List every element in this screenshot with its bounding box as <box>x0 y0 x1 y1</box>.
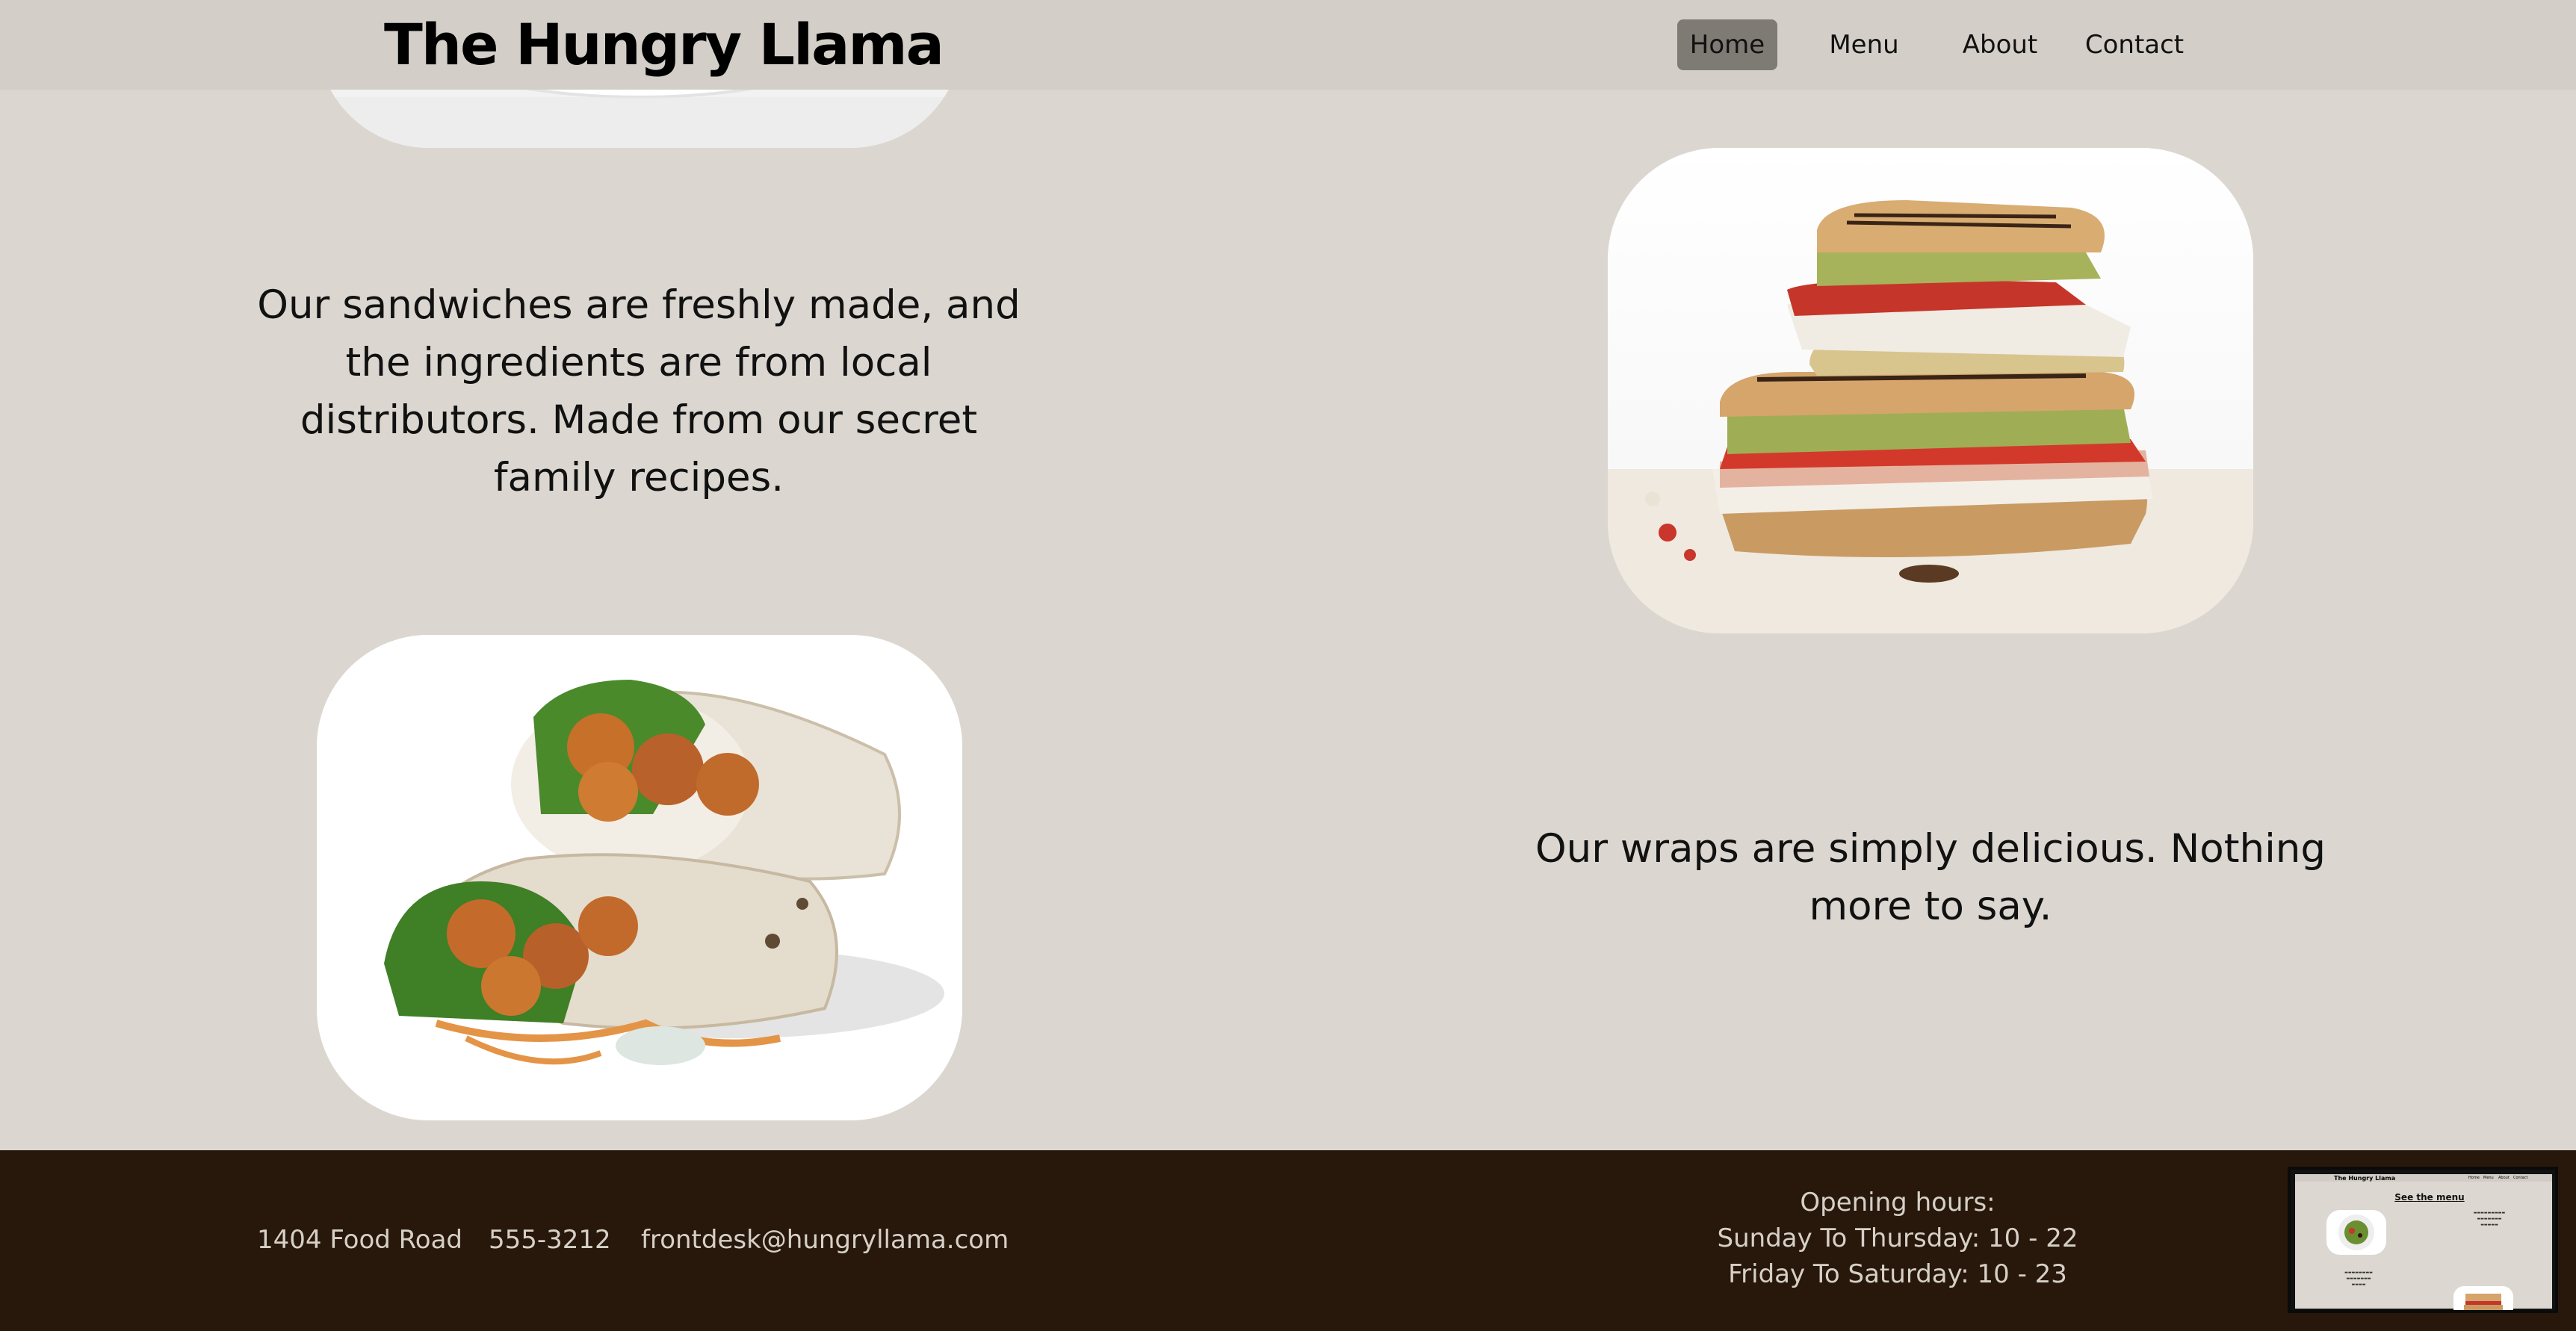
opening-hours-weekday: Sunday To Thursday: 10 - 22 <box>1717 1223 2078 1253</box>
sandwich-image <box>1608 148 2253 633</box>
preview-see-menu: See the menu <box>2394 1192 2465 1203</box>
footer-email[interactable]: frontdesk@hungryllama.com <box>641 1222 1009 1258</box>
preview-intro-text: ▬▬▬▬▬▬▬▬▬ ▬▬▬▬▬▬▬ ▬▬▬▬▬ <box>2473 1211 2506 1227</box>
nav-home[interactable]: Home <box>1677 19 1777 70</box>
site-footer: 1404 Food Road 555-3212 frontdesk@hungry… <box>0 1150 2576 1331</box>
page-preview-thumbnail[interactable]: The Hungry Llama Home Menu About Contact… <box>2288 1167 2558 1313</box>
preview-nav-menu: Menu <box>2483 1176 2494 1180</box>
wrap-description: Our wraps are simply delicious. Nothing … <box>1535 826 2326 929</box>
opening-hours-weekend: Friday To Saturday: 10 - 23 <box>1728 1259 2067 1289</box>
sandwich-description: Our sandwiches are freshly made, and the… <box>257 282 1021 500</box>
opening-hours: Opening hours: Sunday To Thursday: 10 - … <box>1674 1185 2122 1292</box>
preview-nav-home: Home <box>2468 1176 2480 1180</box>
preview-nav-contact: Contact <box>2513 1176 2528 1180</box>
preview-header: The Hungry Llama Home Menu About Contact <box>2295 1174 2552 1182</box>
preview-salad-image <box>2326 1210 2386 1255</box>
preview-nav-about: About <box>2498 1176 2510 1180</box>
footer-phone[interactable]: 555-3212 <box>489 1222 611 1258</box>
opening-hours-title: Opening hours: <box>1800 1188 1996 1217</box>
preview-brand: The Hungry Llama <box>2334 1175 2396 1182</box>
preview-sandwich-text: ▬▬▬▬▬▬▬▬ ▬▬▬▬▬▬▬ ▬▬▬▬ <box>2344 1270 2373 1287</box>
nav-contact[interactable]: Contact <box>2078 19 2190 70</box>
site-header: The Hungry Llama Home Menu About Contact <box>0 0 2576 90</box>
site-logo-title[interactable]: The Hungry Llama <box>384 9 944 81</box>
preview-canvas: The Hungry Llama Home Menu About Contact… <box>2295 1174 2552 1310</box>
footer-address: 1404 Food Road <box>257 1225 462 1255</box>
nav-menu[interactable]: Menu <box>1815 19 1913 70</box>
preview-sandwich-image <box>2453 1286 2513 1310</box>
chicken-wrap-image <box>317 635 962 1120</box>
nav-about[interactable]: About <box>1951 19 2049 70</box>
